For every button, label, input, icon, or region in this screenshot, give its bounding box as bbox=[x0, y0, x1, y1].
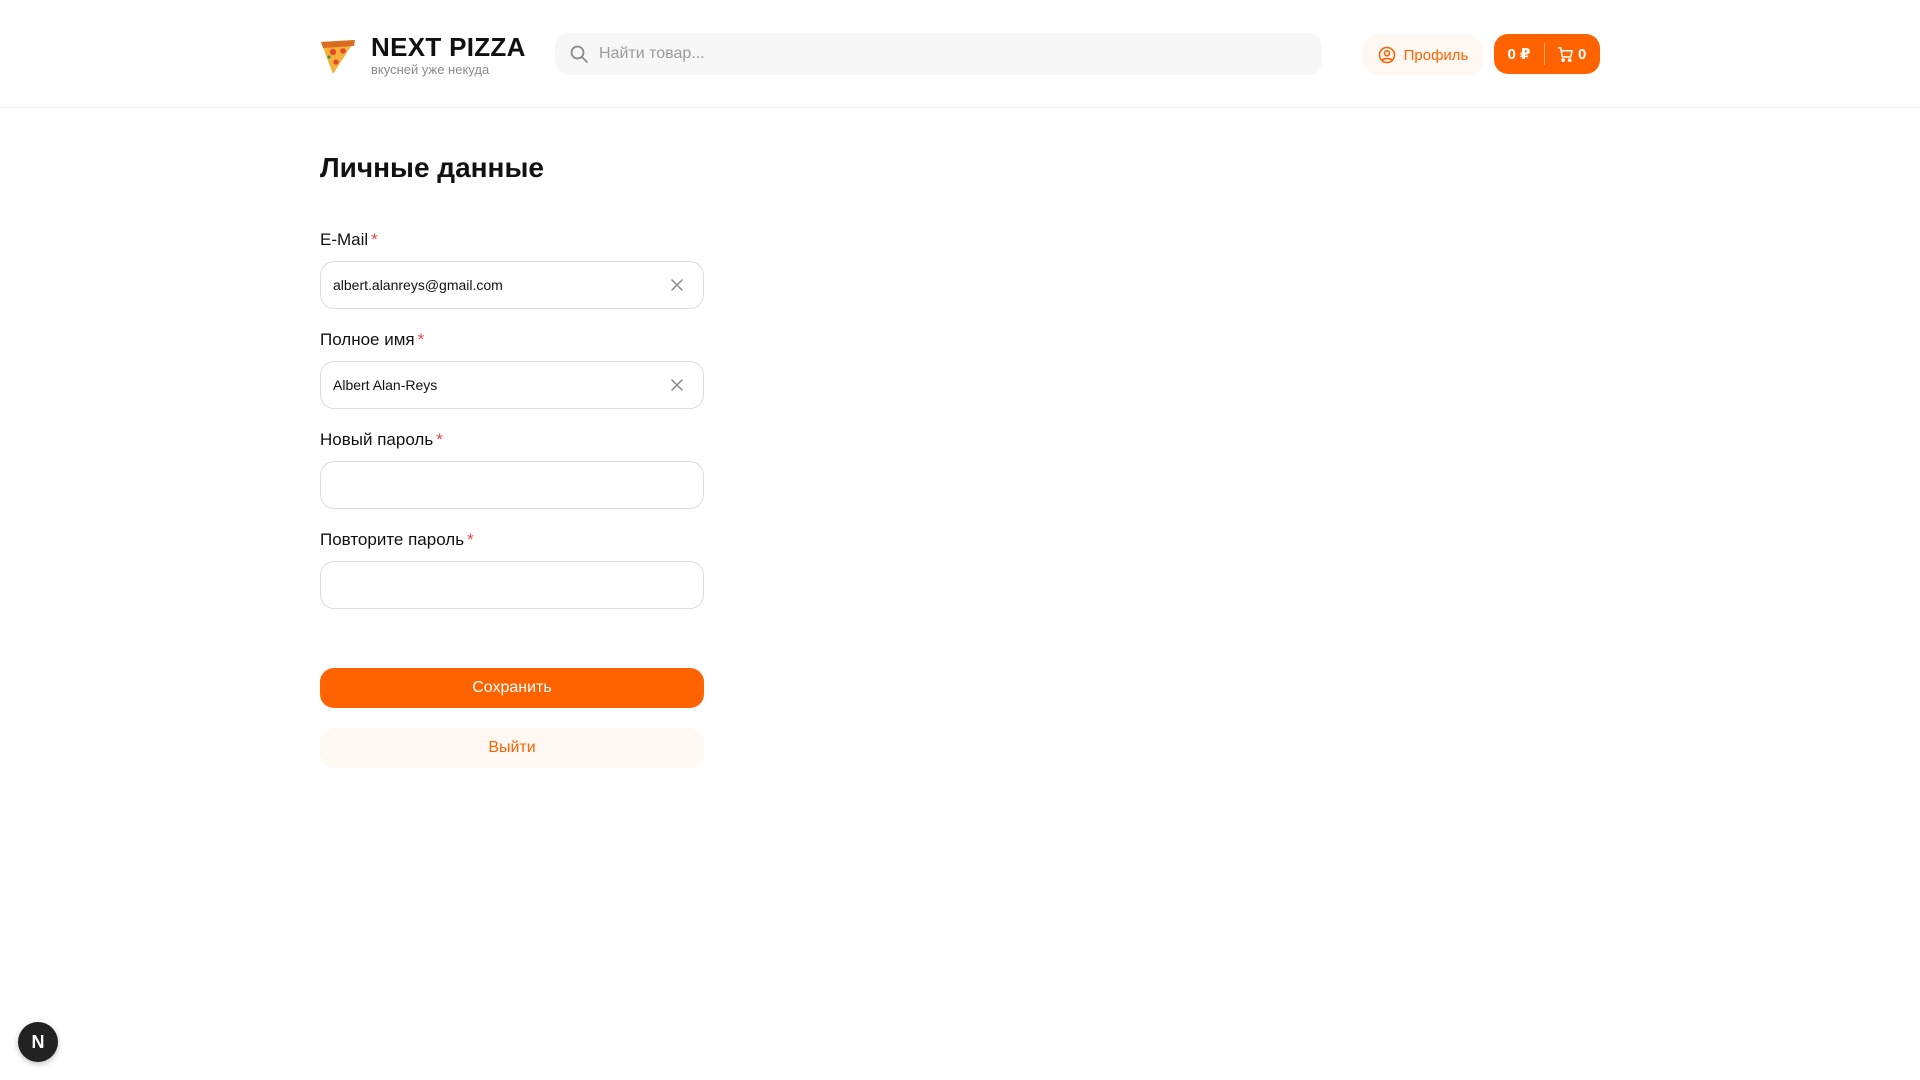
profile-button[interactable]: Профиль bbox=[1363, 35, 1483, 75]
repeat-password-field: Повторите пароль * bbox=[320, 530, 704, 609]
new-password-field: Новый пароль * bbox=[320, 430, 704, 509]
site-header: NEXT PIZZA вкусней уже некуда Профиль 0 … bbox=[0, 0, 1920, 108]
page-title: Личные данные bbox=[320, 152, 544, 183]
full-name-label-text: Полное имя bbox=[320, 330, 415, 349]
logo-title: NEXT PIZZA bbox=[371, 32, 526, 62]
required-mark: * bbox=[436, 430, 443, 449]
clear-email-icon[interactable] bbox=[669, 277, 685, 293]
full-name-input-box[interactable] bbox=[320, 361, 704, 409]
cart-button[interactable]: 0 ₽ 0 bbox=[1494, 34, 1600, 74]
required-mark: * bbox=[417, 330, 425, 349]
full-name-input[interactable] bbox=[333, 377, 669, 393]
logo[interactable]: NEXT PIZZA вкусней уже некуда bbox=[319, 33, 526, 78]
full-name-field: Полное имя * bbox=[320, 330, 704, 409]
search-icon bbox=[570, 45, 588, 63]
new-password-input[interactable] bbox=[333, 477, 691, 493]
clear-full-name-icon[interactable] bbox=[669, 377, 685, 393]
save-button[interactable]: Сохранить bbox=[320, 668, 704, 708]
cart-count: 0 bbox=[1578, 45, 1587, 63]
email-input[interactable] bbox=[333, 277, 669, 293]
full-name-label: Полное имя * bbox=[320, 330, 704, 350]
search-bar[interactable] bbox=[555, 33, 1322, 75]
shopping-cart-icon bbox=[1557, 46, 1573, 62]
new-password-label-text: Новый пароль bbox=[320, 430, 434, 449]
repeat-password-label: Повторите пароль * bbox=[320, 530, 704, 550]
repeat-password-input-box[interactable] bbox=[320, 561, 704, 609]
repeat-password-input[interactable] bbox=[333, 577, 691, 593]
logout-button[interactable]: Выйти bbox=[320, 728, 704, 768]
new-password-label: Новый пароль * bbox=[320, 430, 704, 450]
profile-form-section: Личные данные E-Mail* Полное имя* Новый … bbox=[320, 150, 704, 768]
email-label-text: E-Mail bbox=[320, 230, 369, 249]
cart-count-wrap: 0 bbox=[1545, 46, 1586, 63]
logo-text: NEXT PIZZA вкусней уже некуда bbox=[371, 33, 526, 78]
email-field: E-Mail * bbox=[320, 230, 704, 309]
nextjs-dev-badge[interactable]: N bbox=[18, 1022, 58, 1062]
repeat-password-label-text: Повторите пароль bbox=[320, 530, 465, 549]
required-mark: * bbox=[371, 230, 378, 249]
email-label: E-Mail * bbox=[320, 230, 704, 250]
new-password-input-box[interactable] bbox=[320, 461, 704, 509]
pizza-slice-icon bbox=[321, 40, 355, 74]
cart-sum: 0 ₽ bbox=[1507, 46, 1531, 63]
logo-subtitle: вкусней уже некуда bbox=[371, 62, 490, 77]
search-input[interactable] bbox=[599, 45, 1299, 63]
required-mark: * bbox=[467, 530, 474, 549]
profile-label: Профиль bbox=[1403, 46, 1469, 64]
email-input-box[interactable] bbox=[320, 261, 704, 309]
nextjs-logo-icon: N bbox=[31, 1031, 45, 1052]
user-circle-icon bbox=[1378, 46, 1395, 64]
